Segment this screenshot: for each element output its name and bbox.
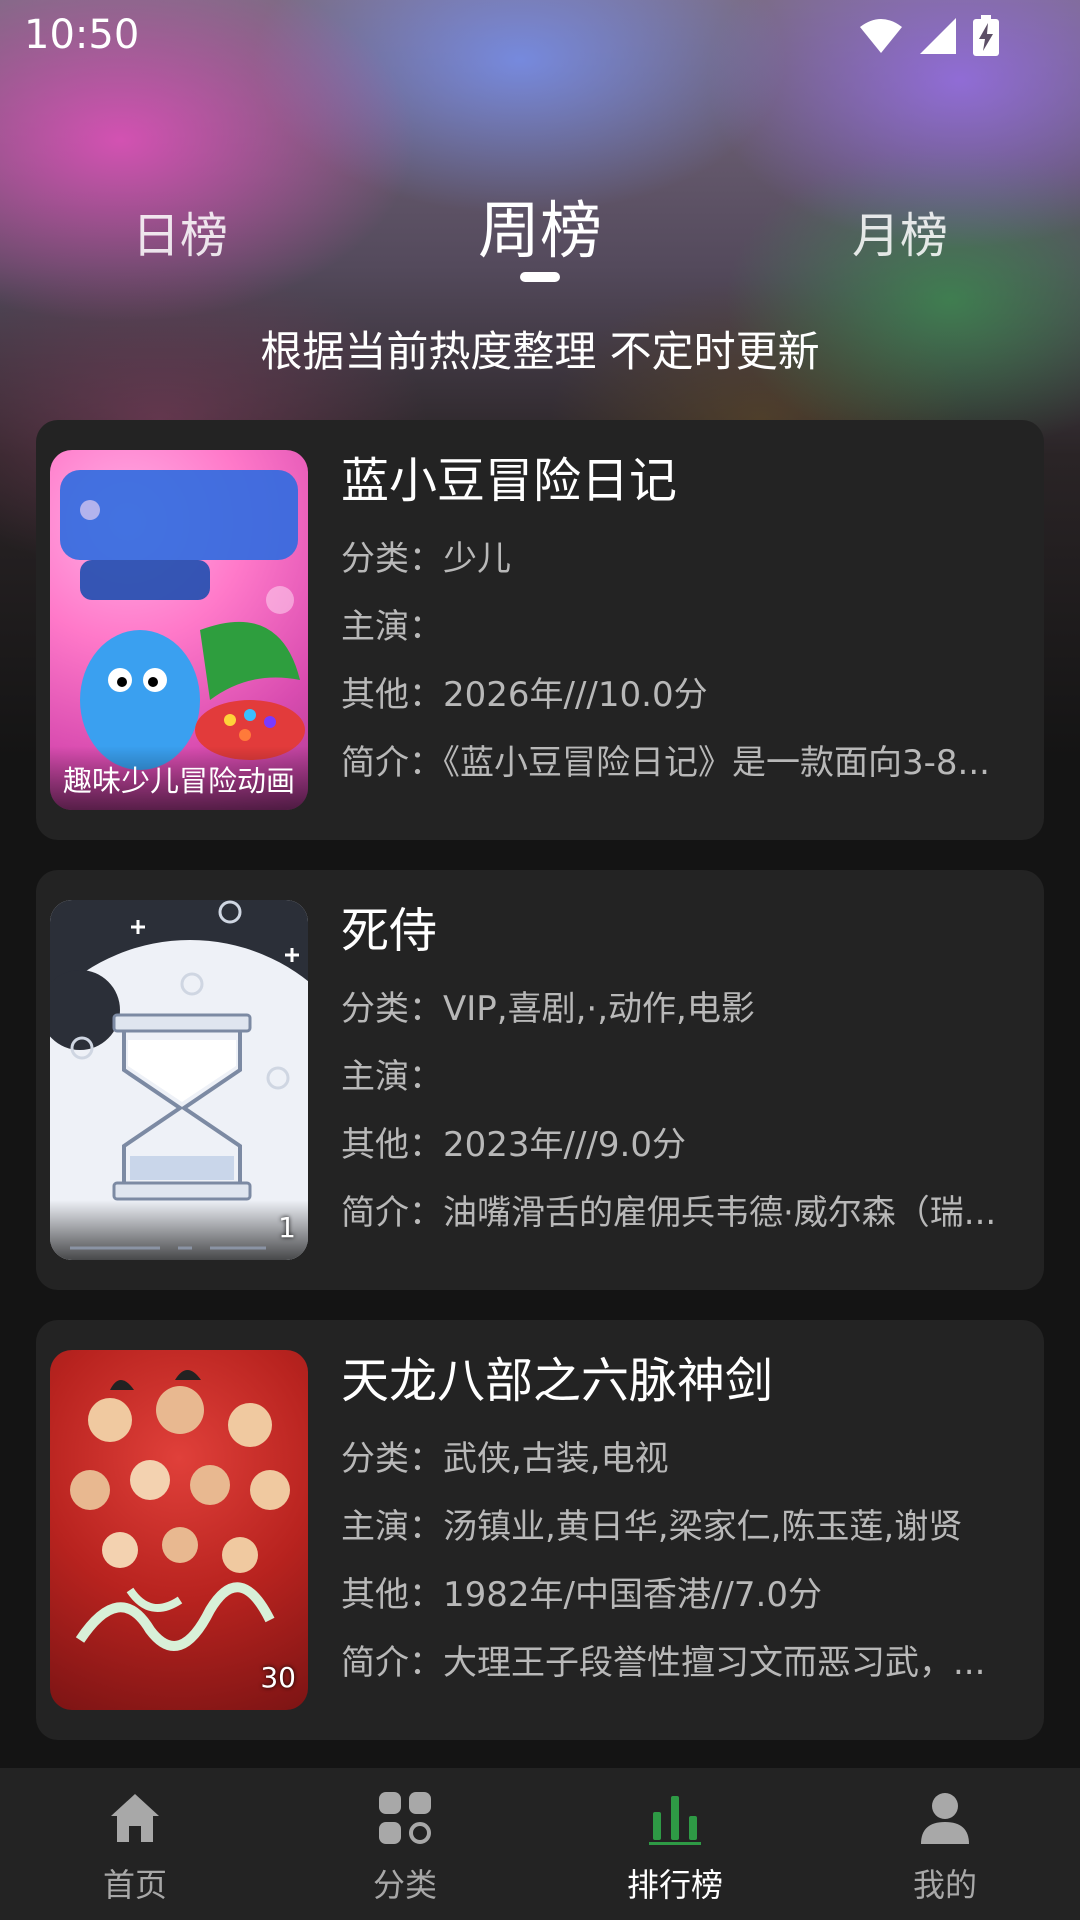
card-cast: 主演：	[341, 1057, 443, 1097]
wifi-icon	[860, 19, 902, 53]
card-info: 死侍 分类：VIP,喜剧,·,动作,电影 主演： 其他：2023年///9.0分…	[341, 900, 1031, 1234]
nav-item-profile[interactable]: 我的	[810, 1768, 1080, 1920]
ranking-subtitle: 根据当前热度整理 不定时更新	[260, 327, 820, 376]
card-category: 分类：武侠,古装,电视	[341, 1439, 669, 1479]
tab-indicator	[520, 272, 560, 282]
poster-badge: 1	[278, 1211, 296, 1244]
status-bar: 10:50	[0, 0, 1080, 72]
tab-weekly[interactable]: 周榜	[460, 180, 620, 270]
poster-artwork	[70, 1370, 290, 1651]
signal-icon	[920, 18, 956, 54]
card-category: 分类：少儿	[341, 539, 511, 579]
ranking-icon	[649, 1796, 701, 1845]
home-icon	[111, 1794, 159, 1842]
poster-image[interactable]: 趣味少儿冒险动画	[50, 450, 308, 810]
card-intro: 简介：油嘴滑舌的雇佣兵韦德·威尔森（瑞...	[341, 1193, 997, 1233]
status-icons	[858, 14, 1000, 58]
poster-caption: 趣味少儿冒险动画	[50, 746, 308, 810]
poster-image[interactable]: 30	[50, 1350, 308, 1710]
card-cast: 主演：	[341, 607, 443, 647]
ranking-card[interactable]: 1 死侍 分类：VIP,喜剧,·,动作,电影 主演： 其他：2023年///9.…	[36, 870, 1044, 1290]
card-other: 其他：2026年///10.0分	[341, 675, 708, 715]
card-title: 死侍	[341, 903, 438, 959]
nav-label: 排行榜	[626, 1866, 723, 1904]
card-title: 天龙八部之六脉神剑	[341, 1353, 774, 1409]
nav-label: 我的	[912, 1866, 977, 1904]
ranking-card[interactable]: 30 天龙八部之六脉神剑 分类：武侠,古装,电视 主演：汤镇业,黄日华,梁家仁,…	[36, 1320, 1044, 1740]
card-cast: 主演：汤镇业,黄日华,梁家仁,陈玉莲,谢贤	[341, 1507, 963, 1547]
battery-charging-icon	[973, 15, 999, 56]
card-category: 分类：VIP,喜剧,·,动作,电影	[341, 989, 755, 1029]
card-intro: 简介：大理王子段誉性擅习文而恶习武，...	[341, 1643, 986, 1683]
card-info: 天龙八部之六脉神剑 分类：武侠,古装,电视 主演：汤镇业,黄日华,梁家仁,陈玉莲…	[341, 1350, 1031, 1684]
poster-image[interactable]: 1	[50, 900, 308, 1260]
card-intro: 简介：《蓝小豆冒险日记》是一款面向3-8...	[341, 743, 990, 783]
status-time: 10:50	[24, 12, 140, 58]
tab-monthly[interactable]: 月榜	[840, 196, 960, 266]
card-other: 其他：1982年/中国香港//7.0分	[341, 1575, 822, 1615]
nav-label: 分类	[372, 1866, 437, 1904]
profile-icon	[921, 1793, 969, 1844]
hourglass-placeholder-icon	[50, 900, 308, 1260]
card-title: 蓝小豆冒险日记	[341, 453, 678, 509]
nav-label: 首页	[102, 1866, 167, 1904]
ranking-card[interactable]: 趣味少儿冒险动画 蓝小豆冒险日记 分类：少儿 主演： 其他：2026年///10…	[36, 420, 1044, 840]
nav-item-ranking[interactable]: 排行榜	[540, 1768, 810, 1920]
category-icon	[379, 1792, 431, 1844]
card-info: 蓝小豆冒险日记 分类：少儿 主演： 其他：2026年///10.0分 简介：《蓝…	[341, 450, 1031, 784]
tab-daily[interactable]: 日榜	[120, 196, 240, 266]
ranking-tabs: 日榜 周榜 月榜	[0, 180, 1080, 290]
bottom-nav: 首页 分类 排行榜 我的	[0, 1768, 1080, 1920]
nav-item-home[interactable]: 首页	[0, 1768, 270, 1920]
nav-item-category[interactable]: 分类	[270, 1768, 540, 1920]
card-other: 其他：2023年///9.0分	[341, 1125, 686, 1165]
poster-badge: 30	[260, 1661, 296, 1694]
